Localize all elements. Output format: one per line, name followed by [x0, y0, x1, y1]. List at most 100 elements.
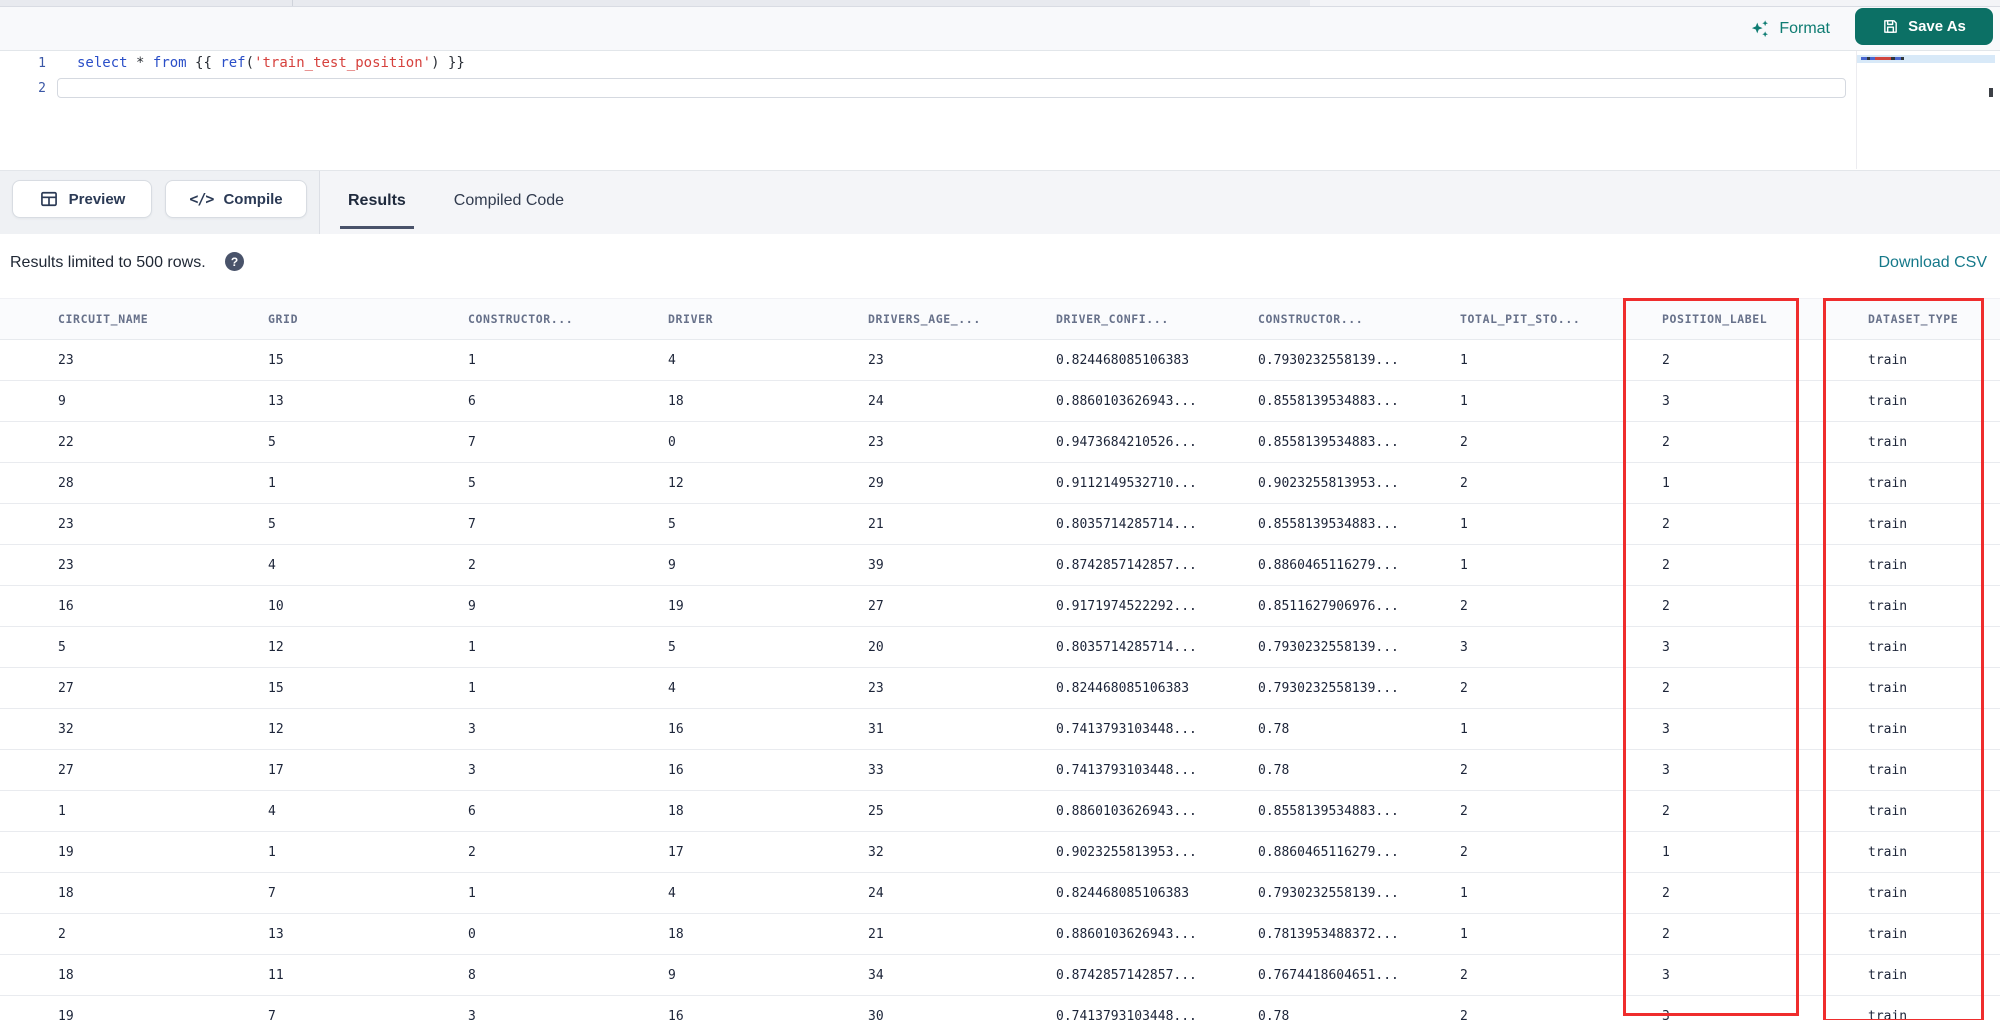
- table-cell: 11: [268, 954, 468, 996]
- table-cell: 2: [1662, 667, 1868, 709]
- table-cell: 5: [668, 626, 868, 668]
- table-row: 23 4 2 9 39 0.8742857142857... 0.8860465116279…: [0, 544, 2000, 586]
- table-row: 28 1 5 12 29 0.9112149532710... 0.902325581395…: [0, 462, 2000, 504]
- table-cell: 0.8558139534883...: [1258, 380, 1460, 422]
- table-cell: 4: [668, 872, 868, 914]
- table-cell: 0.7674418604651...: [1258, 954, 1460, 996]
- table-cell: 3: [1662, 626, 1868, 668]
- download-csv-link[interactable]: Download CSV: [1879, 254, 1988, 272]
- table-cell: train: [1868, 954, 2000, 996]
- table-cell: 0.9171974522292...: [1056, 585, 1258, 627]
- preview-button[interactable]: Preview: [12, 180, 152, 218]
- table-cell: 1: [1460, 913, 1662, 955]
- table-cell: 24: [868, 380, 1056, 422]
- results-table: CIRCUIT_NAME GRID CONSTRUCTOR... DRIVER DRIV…: [0, 298, 2000, 1020]
- table-cell: 22: [0, 421, 268, 463]
- minimap-code-line: [1861, 57, 1909, 60]
- table-cell: 3: [1662, 749, 1868, 791]
- tab-compiled-code[interactable]: Compiled Code: [446, 171, 572, 231]
- action-bar: Preview </> Compile Results Compiled Code: [0, 170, 2000, 235]
- table-cell: 1: [1662, 831, 1868, 873]
- table-cell: 25: [868, 790, 1056, 832]
- table-cell: train: [1868, 708, 2000, 750]
- table-cell: 1: [268, 462, 468, 504]
- table-cell: 0.8511627906976...: [1258, 585, 1460, 627]
- table-cell: 5: [268, 421, 468, 463]
- table-row: 23 5 7 5 21 0.8035714285714... 0.8558139534883…: [0, 503, 2000, 545]
- table-grid-icon: [39, 189, 59, 209]
- table-cell: 29: [868, 462, 1056, 504]
- table-cell: 19: [668, 585, 868, 627]
- table-cell: 16: [668, 749, 868, 791]
- table-cell: 27: [0, 749, 268, 791]
- file-tab-divider: [292, 0, 293, 6]
- tabs: Results Compiled Code: [340, 171, 572, 231]
- table-cell: 2: [1662, 339, 1868, 381]
- table-cell: 28: [0, 462, 268, 504]
- table-cell: 17: [668, 831, 868, 873]
- active-line-box[interactable]: [57, 78, 1846, 98]
- table-cell: 18: [668, 913, 868, 955]
- table-cell: 2: [1460, 585, 1662, 627]
- table-header-row: CIRCUIT_NAME GRID CONSTRUCTOR... DRIVER DRIV…: [0, 298, 2000, 340]
- table-cell: 6: [468, 380, 668, 422]
- column-header: CONSTRUCTOR...: [468, 298, 668, 340]
- table-cell: 7: [468, 503, 668, 545]
- table-cell: 12: [668, 462, 868, 504]
- table-cell: 27: [0, 667, 268, 709]
- compile-button[interactable]: </> Compile: [165, 180, 307, 218]
- table-cell: 0.7930232558139...: [1258, 872, 1460, 914]
- table-cell: 0.9473684210526...: [1056, 421, 1258, 463]
- tab-results[interactable]: Results: [340, 171, 414, 231]
- help-icon[interactable]: ?: [225, 252, 244, 271]
- table-cell: 18: [668, 790, 868, 832]
- save-as-button[interactable]: Save As: [1855, 8, 1993, 45]
- format-button[interactable]: Format: [1749, 16, 1830, 42]
- table-cell: 9: [0, 380, 268, 422]
- table-cell: 3: [468, 749, 668, 791]
- table-row: 18 7 1 4 24 0.824468085106383 0.7930232558139.…: [0, 872, 2000, 914]
- table-cell: 2: [1662, 544, 1868, 586]
- table-cell: 2: [1662, 421, 1868, 463]
- file-tab-strip-segment: [0, 0, 1310, 6]
- table-cell: train: [1868, 790, 2000, 832]
- table-row: 16 10 9 19 27 0.9171974522292... 0.85116279069…: [0, 585, 2000, 627]
- column-header: TOTAL_PIT_STO...: [1460, 298, 1662, 340]
- save-icon: [1882, 18, 1899, 35]
- tabs-zone: Results Compiled Code: [320, 171, 2000, 234]
- table-cell: 23: [868, 339, 1056, 381]
- table-cell: 3: [1662, 954, 1868, 996]
- status-row: Results limited to 500 rows. ? Download …: [0, 250, 2000, 280]
- editor-minimap[interactable]: [1856, 51, 1995, 169]
- table-cell: 12: [268, 626, 468, 668]
- code-line[interactable]: select * from {{ ref('train_test_positio…: [77, 51, 1850, 76]
- minimap-scroll-marker[interactable]: [1989, 88, 1993, 97]
- table-cell: 15: [268, 667, 468, 709]
- table-row: 5 12 1 5 20 0.8035714285714... 0.7930232558139…: [0, 626, 2000, 668]
- table-cell: 0.8558139534883...: [1258, 503, 1460, 545]
- table-row: 9 13 6 18 24 0.8860103626943... 0.855813953488…: [0, 380, 2000, 422]
- table-cell: 2: [468, 831, 668, 873]
- table-cell: 10: [268, 585, 468, 627]
- table-cell: 0.78: [1258, 749, 1460, 791]
- code-editor[interactable]: 12 select * from {{ ref('train_test_posi…: [0, 51, 2000, 170]
- table-row: 23 15 1 4 23 0.824468085106383 0.7930232558139…: [0, 339, 2000, 381]
- table-cell: 0.78: [1258, 708, 1460, 750]
- table-cell: 13: [268, 913, 468, 955]
- table-cell: train: [1868, 462, 2000, 504]
- code-token: from: [152, 55, 187, 71]
- table-cell: 2: [1460, 667, 1662, 709]
- table-row: 2 13 0 18 21 0.8860103626943... 0.781395348837…: [0, 913, 2000, 955]
- column-header: DATASET_TYPE: [1868, 298, 2000, 340]
- table-cell: train: [1868, 913, 2000, 955]
- table-cell: 23: [0, 544, 268, 586]
- table-cell: 2: [1460, 831, 1662, 873]
- table-cell: 23: [868, 421, 1056, 463]
- table-cell: 2: [1662, 790, 1868, 832]
- table-cell: 0.8742857142857...: [1056, 544, 1258, 586]
- column-header: CONSTRUCTOR...: [1258, 298, 1460, 340]
- table-cell: 9: [668, 954, 868, 996]
- table-cell: 1: [1460, 380, 1662, 422]
- table-cell: 12: [268, 708, 468, 750]
- table-cell: 0.7413793103448...: [1056, 995, 1258, 1020]
